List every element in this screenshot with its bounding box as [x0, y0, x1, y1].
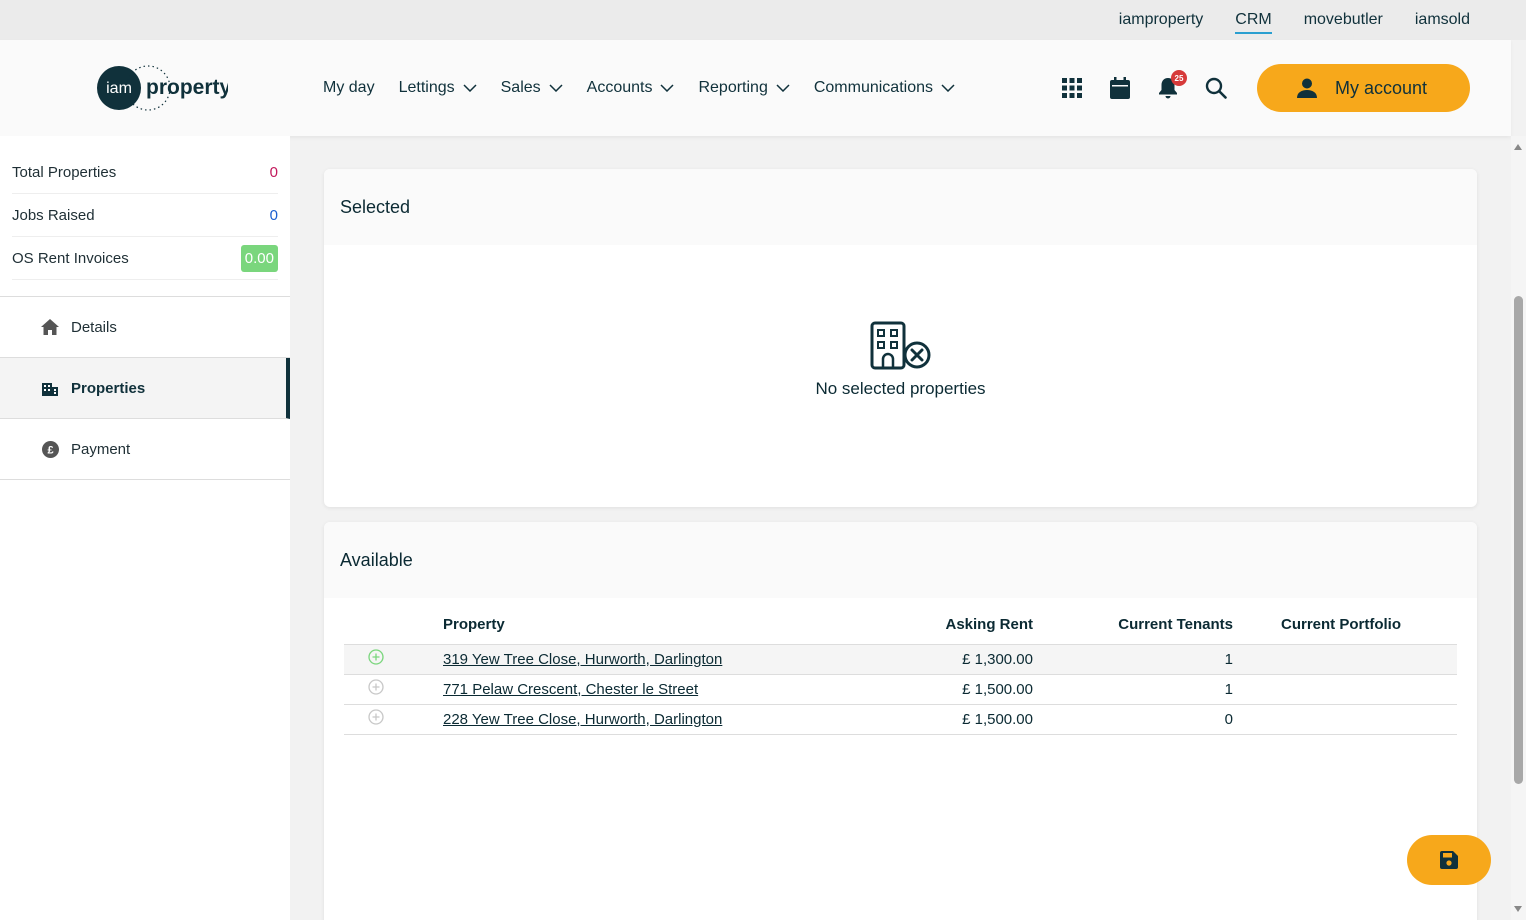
property-link[interactable]: 228 Yew Tree Close, Hurworth, Darlington: [443, 711, 722, 728]
current-tenants-cell: 1: [1033, 674, 1233, 705]
column-current-tenants[interactable]: Current Tenants: [1033, 616, 1233, 645]
pound-icon: £: [40, 440, 60, 458]
asking-rent-cell: £ 1,500.00: [893, 704, 1033, 735]
selected-title: Selected: [324, 169, 1477, 245]
save-icon: [1440, 851, 1458, 869]
product-link-crm[interactable]: CRM: [1235, 11, 1273, 34]
top-strip: iamproperty CRM movebutler iamsold: [0, 0, 1526, 40]
available-card: Available Property Asking Rent Current T…: [324, 522, 1477, 920]
nav-sales[interactable]: Sales: [501, 79, 563, 97]
bell-icon[interactable]: 25: [1156, 70, 1187, 100]
stats-panel: Total Properties 0 Jobs Raised 0 OS Rent…: [0, 136, 290, 280]
main-nav: My day Lettings Sales Accounts Reporting…: [323, 40, 979, 136]
nav-reporting[interactable]: Reporting: [698, 79, 790, 97]
nav-accounts[interactable]: Accounts: [587, 79, 675, 97]
building-icon: [40, 380, 60, 396]
sidebar-item-payment[interactable]: £ Payment: [0, 419, 290, 480]
page-scrollbar[interactable]: [1511, 136, 1526, 920]
svg-text:iam: iam: [106, 80, 132, 97]
sidebar-item-details[interactable]: Details: [0, 297, 290, 358]
product-link-iamsold[interactable]: iamsold: [1415, 11, 1470, 29]
chevron-down-icon: [776, 84, 790, 92]
product-link-movebutler[interactable]: movebutler: [1304, 11, 1383, 29]
selected-card: Selected No selected properties: [324, 169, 1477, 507]
empty-state-text: No selected properties: [815, 379, 986, 398]
table-row: 771 Pelaw Crescent, Chester le Street £ …: [344, 674, 1457, 705]
product-links: iamproperty CRM movebutler iamsold: [1119, 0, 1470, 40]
stat-value: 0: [269, 206, 278, 224]
asking-rent-cell: £ 1,500.00: [893, 674, 1033, 705]
scrollbar-thumb[interactable]: [1514, 296, 1523, 784]
notification-badge: 25: [1171, 70, 1187, 86]
building-remove-icon: [870, 321, 930, 370]
search-icon[interactable]: [1204, 76, 1228, 100]
iamproperty-logo[interactable]: iam property: [96, 65, 232, 111]
property-link[interactable]: 771 Pelaw Crescent, Chester le Street: [443, 681, 698, 698]
add-circle-icon[interactable]: [368, 679, 384, 695]
user-icon: [1297, 78, 1317, 98]
sidebar-item-label: Payment: [71, 440, 131, 458]
my-account-button[interactable]: My account: [1257, 64, 1470, 112]
product-link-iamproperty[interactable]: iamproperty: [1119, 11, 1203, 29]
property-link[interactable]: 319 Yew Tree Close, Hurworth, Darlington: [443, 651, 722, 668]
table-row: 319 Yew Tree Close, Hurworth, Darlington…: [344, 644, 1457, 675]
scroll-down-arrow[interactable]: [1514, 906, 1522, 912]
my-account-label: My account: [1335, 77, 1428, 98]
column-asking-rent[interactable]: Asking Rent: [893, 616, 1033, 645]
nav-my-day[interactable]: My day: [323, 79, 375, 97]
sidebar: Total Properties 0 Jobs Raised 0 OS Rent…: [0, 136, 290, 920]
svg-text:property: property: [146, 76, 228, 99]
stat-total-properties: Total Properties 0: [12, 151, 278, 194]
stat-value-badge: 0.00: [240, 244, 278, 272]
side-menu: Details Properties £ Payment: [0, 296, 290, 480]
asking-rent-cell: £ 1,300.00: [893, 644, 1033, 675]
sidebar-item-label: Properties: [71, 379, 146, 397]
sidebar-item-properties[interactable]: Properties: [0, 358, 290, 419]
stat-os-rent-invoices: OS Rent Invoices 0.00: [12, 237, 278, 280]
current-portfolio-cell: [1233, 674, 1457, 705]
scroll-up-arrow[interactable]: [1514, 144, 1522, 150]
stat-jobs-raised: Jobs Raised 0: [12, 194, 278, 237]
current-tenants-cell: 0: [1033, 704, 1233, 735]
table-row: 228 Yew Tree Close, Hurworth, Darlington…: [344, 704, 1457, 735]
chevron-down-icon: [660, 84, 674, 92]
chevron-down-icon: [941, 84, 955, 92]
column-current-portfolio[interactable]: Current Portfolio: [1233, 616, 1457, 645]
current-portfolio-cell: [1233, 644, 1457, 675]
main-header: iam property My day Lettings Sales Accou…: [0, 40, 1511, 136]
sidebar-item-label: Details: [71, 318, 117, 336]
table-header-row: Property Asking Rent Current Tenants Cur…: [344, 616, 1457, 645]
svg-text:£: £: [47, 444, 53, 456]
current-portfolio-cell: [1233, 704, 1457, 735]
nav-communications[interactable]: Communications: [814, 79, 955, 97]
column-property[interactable]: Property: [443, 616, 893, 645]
home-icon: [40, 319, 60, 335]
current-tenants-cell: 1: [1033, 644, 1233, 675]
available-properties-table: Property Asking Rent Current Tenants Cur…: [344, 616, 1457, 735]
stat-value: 0: [269, 163, 278, 181]
empty-state: No selected properties: [324, 321, 1477, 399]
nav-lettings[interactable]: Lettings: [399, 79, 477, 97]
grid-icon[interactable]: [1060, 76, 1084, 100]
available-title: Available: [324, 522, 1477, 598]
chevron-down-icon: [549, 84, 563, 92]
header-icons: 25: [1060, 40, 1228, 136]
chevron-down-icon: [463, 84, 477, 92]
calendar-icon[interactable]: [1108, 76, 1132, 100]
save-button[interactable]: [1407, 835, 1491, 885]
add-circle-icon[interactable]: [368, 709, 384, 725]
add-circle-icon[interactable]: [368, 649, 384, 665]
